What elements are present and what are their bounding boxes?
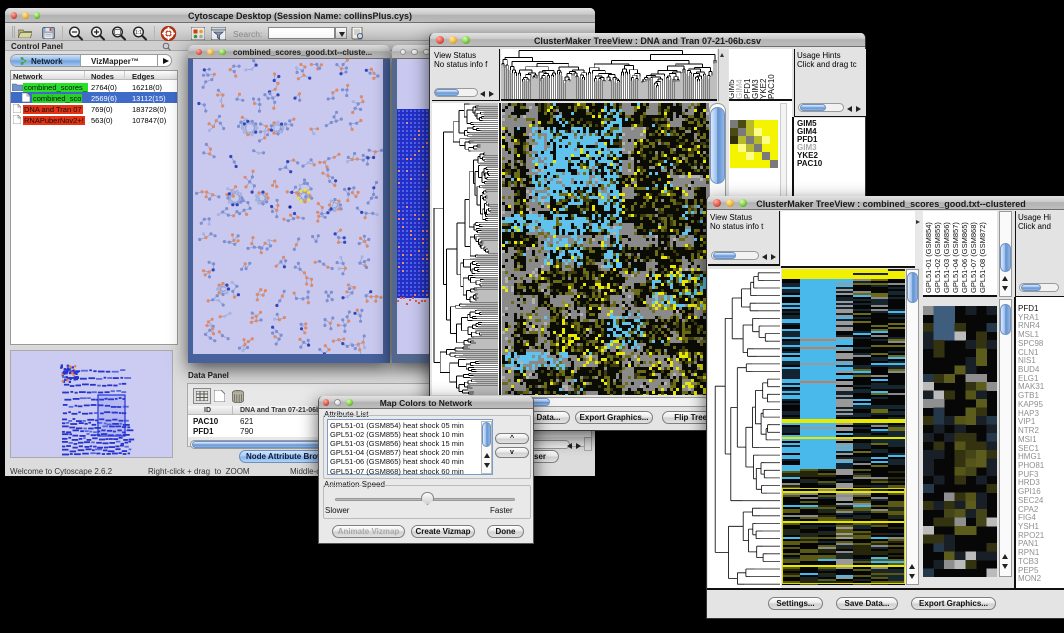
svg-text:GPL51-02 (GSM855): GPL51-02 (GSM855) [933, 222, 942, 293]
svg-text:GPL51-07 (GSM868): GPL51-07 (GSM868) [969, 222, 978, 293]
svg-text:GPL51-06 (GSM865): GPL51-06 (GSM865) [960, 222, 969, 293]
svg-text:GPL51-08 (GSM872): GPL51-08 (GSM872) [978, 222, 987, 293]
svg-text:GPL51-04 (GSM857): GPL51-04 (GSM857) [951, 222, 960, 293]
svg-text:GPL51-03 (GSM856): GPL51-03 (GSM856) [942, 222, 951, 293]
svg-text:GPL51-01 (GSM854): GPL51-01 (GSM854) [924, 222, 933, 293]
svg-text:PAC10: PAC10 [767, 74, 776, 99]
